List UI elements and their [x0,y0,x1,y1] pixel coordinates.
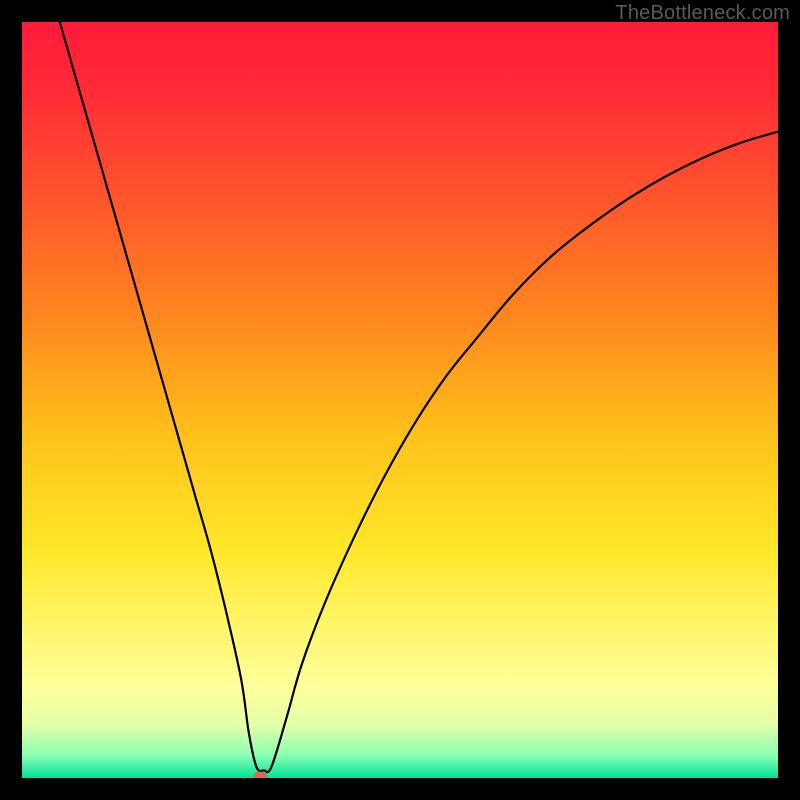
plot-area [22,22,778,778]
bottleneck-chart [22,22,778,778]
gradient-background [22,22,778,778]
chart-frame: TheBottleneck.com [0,0,800,800]
